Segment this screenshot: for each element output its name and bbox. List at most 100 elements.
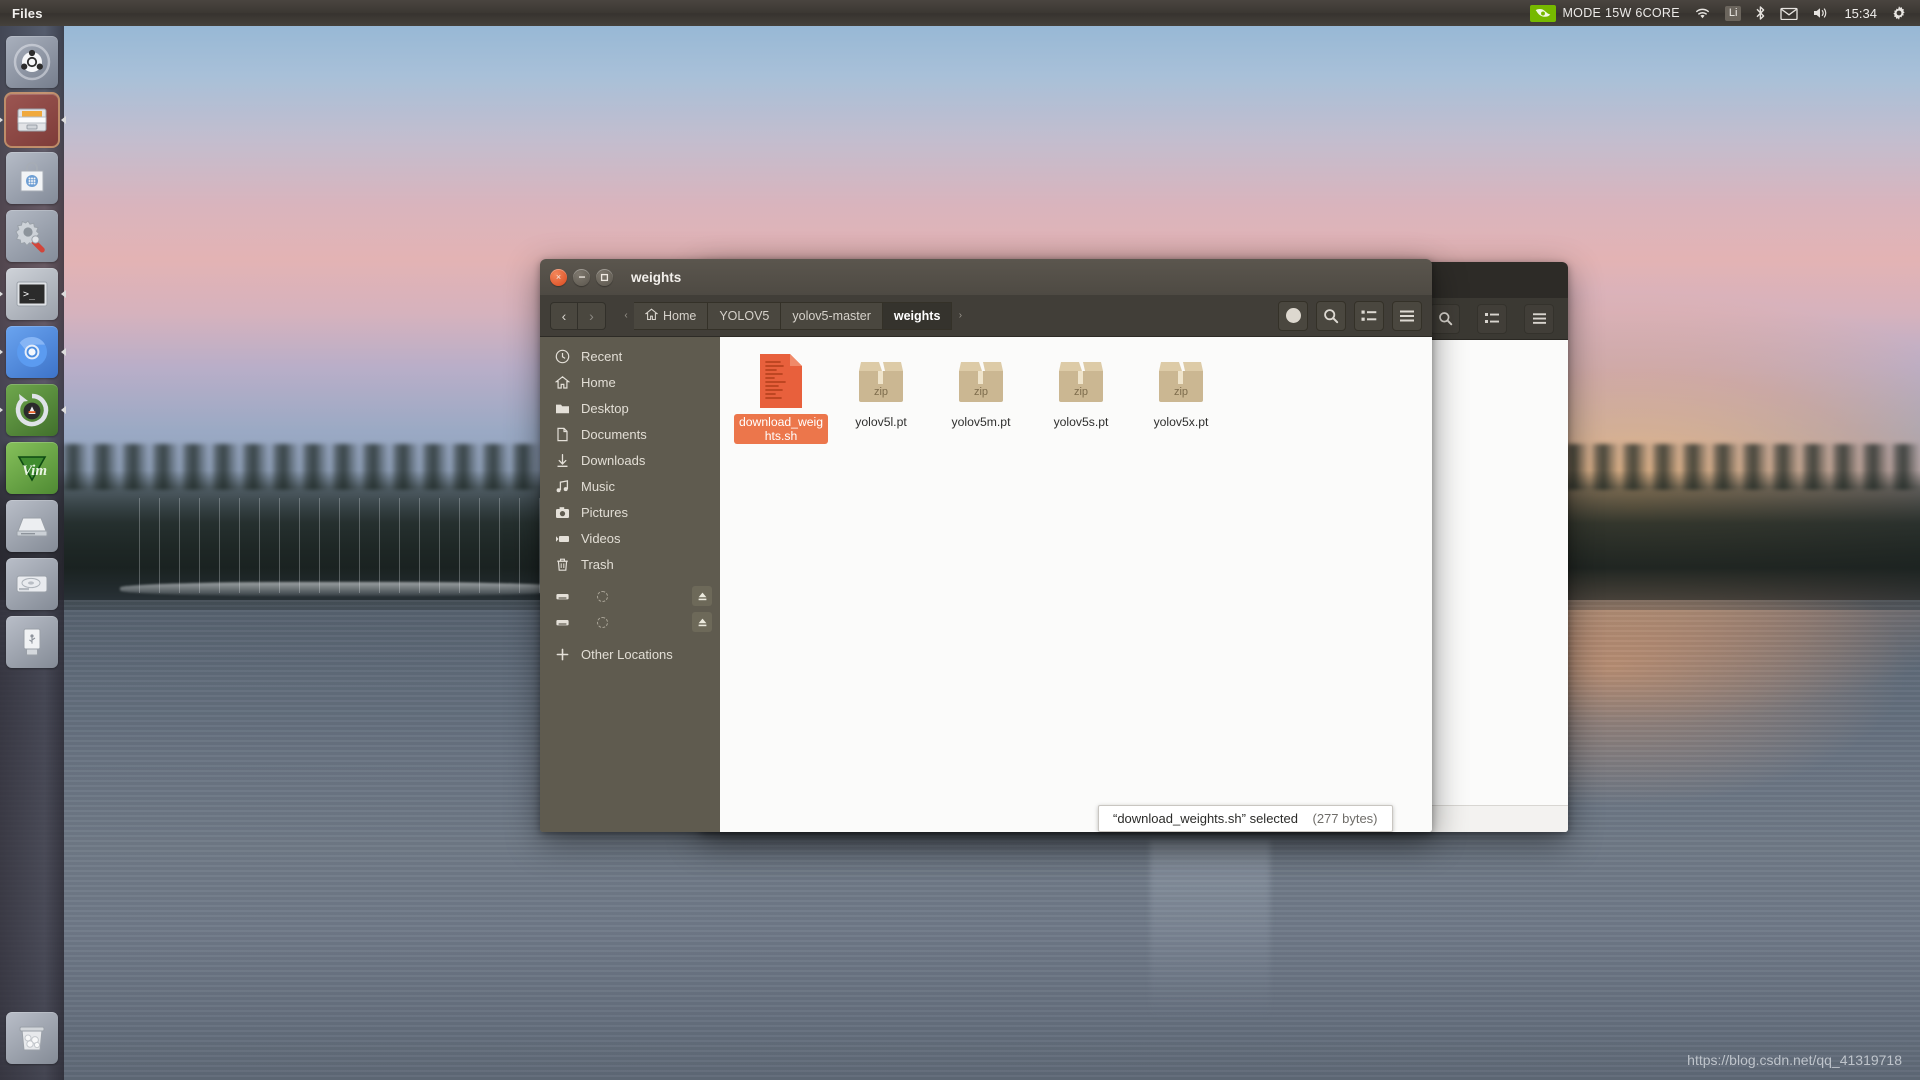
sidebar-item-recent[interactable]: Recent [540,343,720,369]
ubuntu-dash-icon [13,43,51,81]
sidebar-item-documents[interactable]: Documents [540,421,720,447]
breadcrumb-label-home: Home [663,309,696,323]
sidebar-item-home[interactable]: Home [540,369,720,395]
launcher-item-system-settings[interactable] [6,210,58,262]
sidebar-label-home: Home [581,375,616,390]
gpu-indicator[interactable]: MODE 15W 6CORE [1523,0,1686,26]
trash-icon [554,557,571,572]
window-titlebar[interactable]: × weights [540,259,1432,295]
file-item[interactable]: zip yolov5l.pt [834,351,928,444]
launcher-item-chromium[interactable] [6,326,58,378]
svg-text:>_: >_ [23,289,36,300]
search-button[interactable] [1316,301,1346,331]
search-icon [1438,311,1453,326]
breadcrumb-item-yolov5-master[interactable]: yolov5-master [781,302,883,330]
gear-wrench-icon [13,217,51,255]
view-grid-toggle-button[interactable] [1278,301,1308,331]
sidebar-item-device-2[interactable] [540,609,720,635]
launcher-item-files[interactable] [6,94,58,146]
wifi-indicator[interactable] [1687,0,1718,26]
plus-icon [554,647,571,662]
file-item[interactable]: zip yolov5x.pt [1134,351,1228,444]
mail-indicator[interactable] [1773,0,1805,26]
sidebar-label-other-locations: Other Locations [581,647,673,662]
breadcrumb-label-yolov5-master: yolov5-master [792,309,871,323]
background-hamburger-menu-button[interactable] [1524,304,1554,334]
archive-box-icon: zip [1153,353,1209,409]
sidebar-item-device-1[interactable] [540,583,720,609]
background-list-view-button[interactable] [1477,304,1507,334]
window-minimize-button[interactable] [573,269,590,286]
window-maximize-button[interactable] [596,269,613,286]
volume-indicator[interactable] [1805,0,1837,26]
file-item[interactable]: zip yolov5s.pt [1034,351,1128,444]
file-name: yolov5s.pt [1050,414,1113,430]
clock-indicator[interactable]: 15:34 [1837,0,1884,26]
breadcrumb-item-yolov5[interactable]: YOLOV5 [708,302,781,330]
svg-text:Vim: Vim [22,463,47,479]
sidebar-item-other-locations[interactable]: Other Locations [540,641,720,667]
breadcrumb-item-home[interactable]: Home [634,302,708,330]
file-list-area[interactable]: download_weights.sh zip yolov5l.pt [720,337,1432,832]
window-title: weights [631,270,681,285]
system-menu-button[interactable] [1884,0,1914,26]
filled-circle-icon [1286,308,1301,323]
bluetooth-indicator[interactable] [1748,0,1773,26]
home-icon [645,308,658,324]
file-grid: download_weights.sh zip yolov5l.pt [734,351,1432,444]
archive-box-icon: zip [1053,353,1109,409]
navigation-buttons: ‹ › [550,302,606,330]
breadcrumb-label-yolov5: YOLOV5 [719,309,769,323]
folder-icon [554,401,571,416]
window-close-button[interactable]: × [550,269,567,286]
forward-button[interactable]: › [578,302,606,330]
sidebar-item-trash[interactable]: Trash [540,551,720,577]
launcher-item-hard-disk[interactable] [6,558,58,610]
file-name: yolov5m.pt [948,414,1015,430]
hamburger-menu-button[interactable] [1392,301,1422,331]
drive-icon [554,615,571,630]
breadcrumb-scroll-left[interactable]: ‹ [618,302,634,330]
usb-drive-icon [13,623,51,661]
software-updater-icon [13,391,51,429]
hard-disk-icon [13,565,51,603]
gear-icon [1891,5,1907,21]
svg-text:zip: zip [1174,386,1188,398]
app-menu-title[interactable]: Files [0,6,55,21]
background-search-button[interactable] [1430,304,1460,334]
launcher-item-dash-home[interactable] [6,36,58,88]
list-view-button[interactable] [1354,301,1384,331]
sidebar-item-videos[interactable]: Videos [540,525,720,551]
sidebar-item-pictures[interactable]: Pictures [540,499,720,525]
sidebar-item-downloads[interactable]: Downloads [540,447,720,473]
wifi-icon [1694,6,1711,20]
keyboard-layout-indicator[interactable]: Li [1718,0,1749,26]
launcher-item-optical-drive[interactable] [6,500,58,552]
files-window[interactable]: × weights ‹ › ‹ Home YOLOV5 yo [540,259,1432,832]
breadcrumb-label-weights: weights [894,309,941,323]
eject-icon[interactable] [692,612,712,632]
sidebar-label-pictures: Pictures [581,505,628,520]
sidebar-label-trash: Trash [581,557,614,572]
chromium-icon [13,333,51,371]
file-item[interactable]: download_weights.sh [734,351,828,444]
breadcrumb-item-weights[interactable]: weights [883,302,953,330]
launcher-item-terminal[interactable]: >_ [6,268,58,320]
launcher-item-software-center[interactable] [6,152,58,204]
sidebar: Recent Home Desktop Documents [540,337,720,832]
device-loading-spinner [597,617,608,628]
unity-launcher: >_ Vim [0,26,64,1080]
launcher-item-trash[interactable] [6,1012,58,1064]
launcher-item-software-updater[interactable] [6,384,58,436]
sidebar-item-desktop[interactable]: Desktop [540,395,720,421]
script-file-icon [753,353,809,409]
file-item[interactable]: zip yolov5m.pt [934,351,1028,444]
back-button[interactable]: ‹ [550,302,578,330]
hamburger-menu-icon [1532,312,1547,325]
breadcrumb-scroll-right[interactable]: › [952,302,968,330]
sidebar-item-music[interactable]: Music [540,473,720,499]
eject-icon[interactable] [692,586,712,606]
launcher-item-usb-drive[interactable] [6,616,58,668]
launcher-item-vim[interactable]: Vim [6,442,58,494]
window-content: Recent Home Desktop Documents [540,337,1432,832]
